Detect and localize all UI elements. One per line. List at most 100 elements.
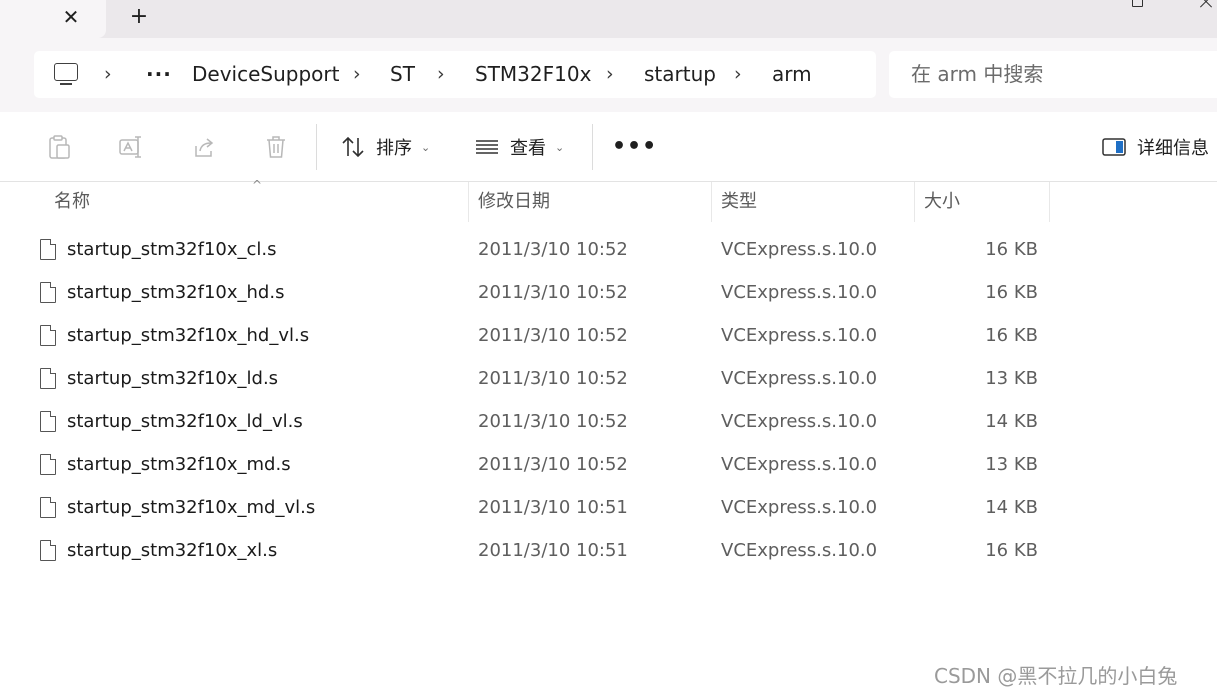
file-name: startup_stm32f10x_md.s [67, 454, 291, 475]
chevron-right-icon[interactable]: › [104, 51, 112, 98]
chevron-down-icon: ⌄ [555, 140, 565, 154]
maximize-button[interactable] [1120, 0, 1160, 8]
column-divider[interactable] [711, 182, 712, 222]
sort-ascending-icon: ^ [252, 178, 263, 192]
column-size[interactable]: 大小 [924, 182, 960, 222]
chevron-right-icon[interactable]: › [353, 51, 361, 98]
file-size: 16 KB [985, 325, 1038, 346]
column-header: ^ 名称 修改日期 类型 大小 [0, 178, 1217, 222]
breadcrumb-st[interactable]: ST [390, 51, 415, 98]
sort-button[interactable]: 排序 ⌄ [340, 124, 430, 170]
chevron-right-icon[interactable]: › [437, 51, 445, 98]
file-icon [40, 497, 56, 518]
this-pc-icon[interactable] [54, 63, 78, 85]
file-size: 16 KB [985, 540, 1038, 561]
share-icon[interactable] [191, 134, 217, 160]
file-name: startup_stm32f10x_md_vl.s [67, 497, 316, 518]
search-input[interactable]: 在 arm 中搜索 [889, 51, 1217, 98]
breadcrumb-overflow[interactable]: ··· [146, 51, 172, 98]
file-date: 2011/3/10 10:52 [478, 411, 628, 432]
address-bar[interactable]: › ··· DeviceSupport › ST › STM32F10x › s… [34, 51, 876, 98]
command-bar: 排序 ⌄ 查看 ⌄ ••• 详细信息 [0, 112, 1217, 182]
toolbar-divider [316, 124, 317, 170]
file-row[interactable]: startup_stm32f10x_ld_vl.s 2011/3/10 10:5… [24, 401, 1064, 443]
details-label: 详细信息 [1137, 138, 1209, 159]
file-row[interactable]: startup_stm32f10x_hd_vl.s 2011/3/10 10:5… [24, 315, 1064, 357]
file-icon [40, 540, 56, 561]
file-type: VCExpress.s.10.0 [721, 325, 878, 346]
file-type: VCExpress.s.10.0 [721, 368, 878, 389]
close-tab-icon[interactable]: ✕ [58, 4, 84, 30]
file-name: startup_stm32f10x_hd.s [67, 282, 285, 303]
column-name[interactable]: 名称 [54, 182, 90, 222]
file-type: VCExpress.s.10.0 [721, 239, 878, 260]
breadcrumb-devicesupport[interactable]: DeviceSupport [192, 51, 339, 98]
file-date: 2011/3/10 10:52 [478, 325, 628, 346]
chevron-right-icon[interactable]: › [606, 51, 614, 98]
column-divider[interactable] [468, 182, 469, 222]
maximize-icon [1132, 0, 1143, 7]
new-tab-button[interactable]: + [126, 4, 152, 30]
file-size: 14 KB [985, 497, 1038, 518]
breadcrumb-arm[interactable]: arm [772, 51, 812, 98]
chevron-right-icon[interactable]: › [734, 51, 742, 98]
watermark: CSDN @黑不拉几的小白兔 [934, 664, 1178, 688]
view-label: 查看 [510, 138, 546, 159]
file-date: 2011/3/10 10:51 [478, 497, 628, 518]
breadcrumb-stm32f10x[interactable]: STM32F10x [475, 51, 591, 98]
file-row[interactable]: startup_stm32f10x_md.s 2011/3/10 10:52 V… [24, 444, 1064, 486]
file-date: 2011/3/10 10:52 [478, 368, 628, 389]
view-button[interactable]: 查看 ⌄ [474, 124, 564, 170]
file-name: startup_stm32f10x_xl.s [67, 540, 278, 561]
folder-tab[interactable]: ✕ [0, 0, 106, 38]
file-size: 13 KB [985, 454, 1038, 475]
title-bar: ✕ + [0, 0, 1217, 38]
address-row: › ··· DeviceSupport › ST › STM32F10x › s… [0, 38, 1217, 113]
file-icon [40, 239, 56, 260]
file-type: VCExpress.s.10.0 [721, 282, 878, 303]
more-options-button[interactable]: ••• [612, 124, 656, 170]
breadcrumb-startup[interactable]: startup [644, 51, 716, 98]
file-size: 16 KB [985, 239, 1038, 260]
file-icon [40, 411, 56, 432]
minimize-button[interactable] [1050, 0, 1090, 8]
file-size: 14 KB [985, 411, 1038, 432]
file-size: 16 KB [985, 282, 1038, 303]
file-type: VCExpress.s.10.0 [721, 497, 878, 518]
close-window-button[interactable] [1188, 0, 1217, 8]
file-date: 2011/3/10 10:52 [478, 282, 628, 303]
column-divider[interactable] [1049, 182, 1050, 222]
toolbar-divider [592, 124, 593, 170]
file-name: startup_stm32f10x_hd_vl.s [67, 325, 310, 346]
column-date-modified[interactable]: 修改日期 [478, 182, 550, 222]
file-date: 2011/3/10 10:52 [478, 454, 628, 475]
file-row[interactable]: startup_stm32f10x_ld.s 2011/3/10 10:52 V… [24, 358, 1064, 400]
file-icon [40, 454, 56, 475]
file-icon [40, 368, 56, 389]
file-type: VCExpress.s.10.0 [721, 454, 878, 475]
file-date: 2011/3/10 10:52 [478, 239, 628, 260]
file-type: VCExpress.s.10.0 [721, 411, 878, 432]
file-icon [40, 325, 56, 346]
file-row[interactable]: startup_stm32f10x_xl.s 2011/3/10 10:51 V… [24, 530, 1064, 572]
details-pane-button[interactable]: 详细信息 [1101, 124, 1209, 170]
view-icon [476, 140, 498, 154]
column-type[interactable]: 类型 [721, 182, 757, 222]
file-name: startup_stm32f10x_ld.s [67, 368, 279, 389]
file-date: 2011/3/10 10:51 [478, 540, 628, 561]
file-row[interactable]: startup_stm32f10x_md_vl.s 2011/3/10 10:5… [24, 487, 1064, 529]
file-row[interactable]: startup_stm32f10x_cl.s 2011/3/10 10:52 V… [24, 229, 1064, 271]
file-row[interactable]: startup_stm32f10x_hd.s 2011/3/10 10:52 V… [24, 272, 1064, 314]
details-pane-icon [1102, 138, 1126, 156]
file-icon [40, 282, 56, 303]
column-divider[interactable] [914, 182, 915, 222]
file-type: VCExpress.s.10.0 [721, 540, 878, 561]
paste-icon[interactable] [46, 134, 72, 160]
rename-icon[interactable] [118, 134, 144, 160]
sort-label: 排序 [376, 138, 412, 159]
file-size: 13 KB [985, 368, 1038, 389]
sort-icon [342, 136, 364, 158]
delete-icon[interactable] [263, 134, 289, 160]
search-placeholder: 在 arm 中搜索 [911, 62, 1044, 86]
chevron-down-icon: ⌄ [421, 140, 431, 154]
